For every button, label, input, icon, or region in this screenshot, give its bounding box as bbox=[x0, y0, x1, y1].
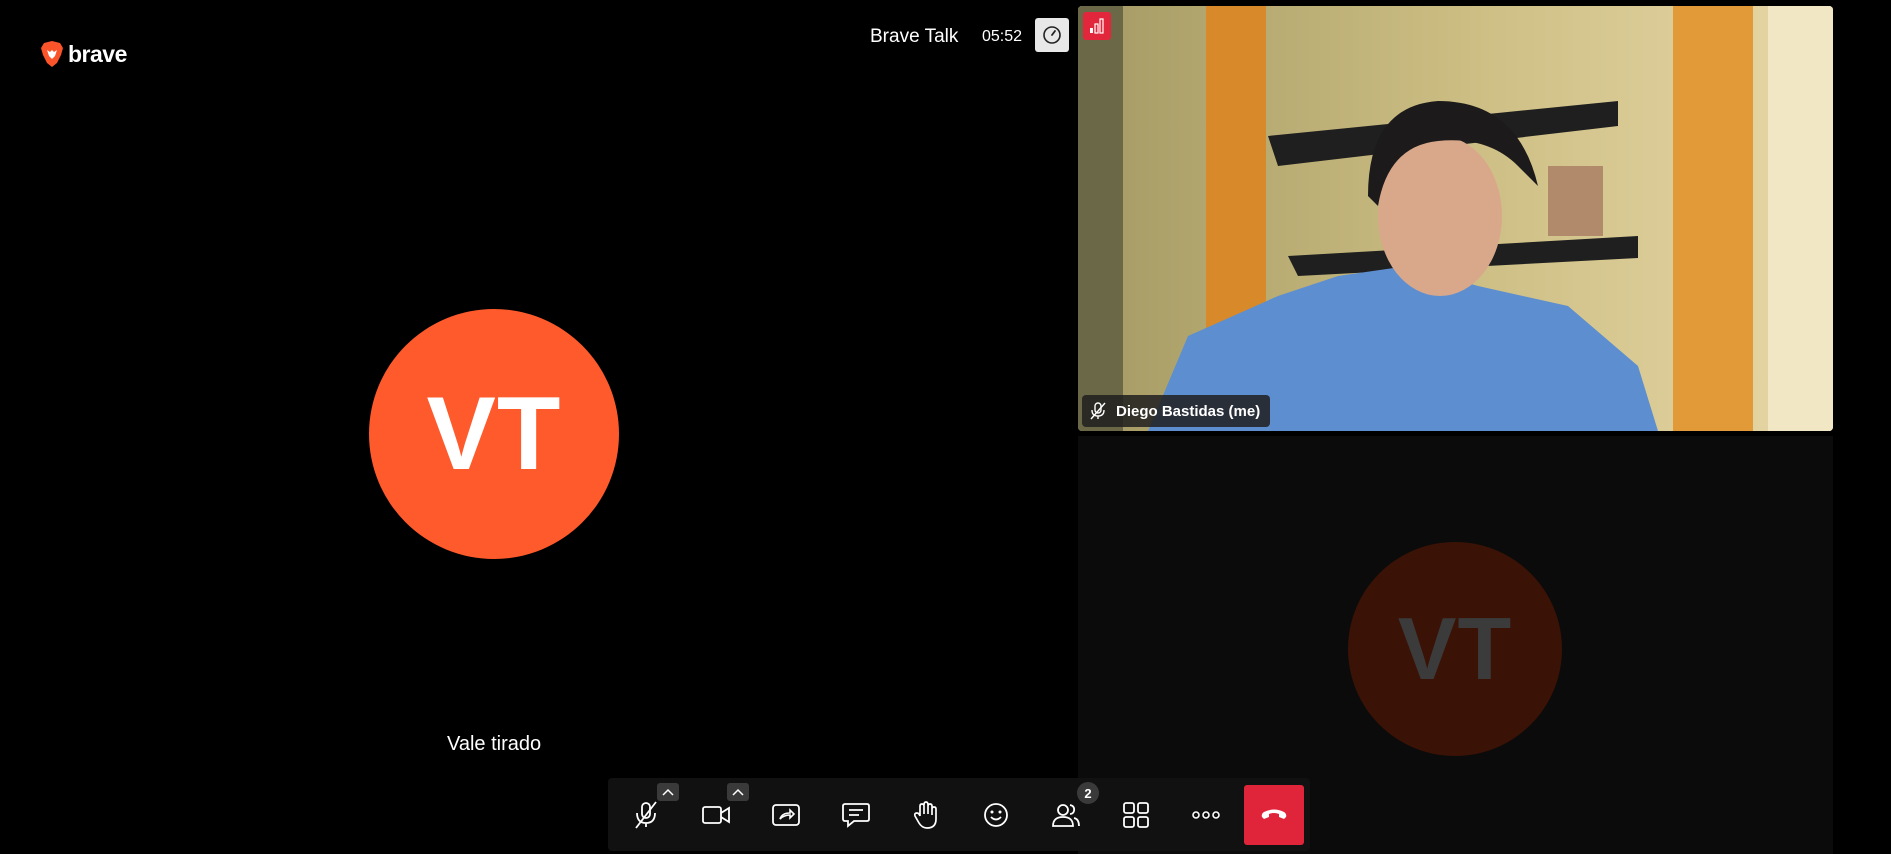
main-participant-initials: VT bbox=[426, 375, 562, 492]
participant-tile-initials: VT bbox=[1397, 599, 1513, 698]
raise-hand-icon bbox=[913, 801, 937, 829]
main-participant-avatar: VT bbox=[369, 309, 619, 559]
mic-options-caret[interactable] bbox=[657, 783, 679, 801]
hangup-icon bbox=[1261, 809, 1287, 819]
signal-bars-icon bbox=[1090, 18, 1104, 34]
emoji-icon bbox=[984, 803, 1008, 827]
share-screen-icon bbox=[772, 804, 800, 826]
performance-settings-button[interactable] bbox=[1035, 18, 1069, 52]
call-toolbar: 2 bbox=[608, 778, 1310, 851]
chat-icon bbox=[842, 803, 870, 828]
more-options-button[interactable] bbox=[1183, 792, 1229, 838]
reactions-button[interactable] bbox=[973, 792, 1019, 838]
self-name: Diego Bastidas (me) bbox=[1116, 402, 1261, 420]
self-video-tile[interactable] bbox=[1078, 6, 1833, 431]
camera-options-caret[interactable] bbox=[727, 783, 749, 801]
main-participant-name: Vale tirado bbox=[447, 733, 542, 755]
chevron-up-icon bbox=[732, 788, 744, 796]
self-video-feed bbox=[1078, 6, 1833, 431]
chat-button[interactable] bbox=[833, 792, 879, 838]
connection-indicator[interactable] bbox=[1083, 12, 1111, 40]
room-title: Brave Talk bbox=[870, 26, 959, 47]
mic-muted-icon bbox=[635, 801, 657, 829]
share-screen-button[interactable] bbox=[763, 792, 809, 838]
participants-count-badge: 2 bbox=[1077, 782, 1099, 804]
raise-hand-button[interactable] bbox=[903, 792, 949, 838]
mic-muted-icon bbox=[1090, 402, 1106, 420]
participant-tile-avatar: VT bbox=[1348, 542, 1562, 756]
tile-view-button[interactable] bbox=[1113, 792, 1159, 838]
hangup-button[interactable] bbox=[1244, 785, 1304, 845]
participants-icon bbox=[1052, 804, 1080, 827]
camera-icon bbox=[702, 806, 730, 824]
tile-view-icon bbox=[1123, 802, 1149, 828]
more-icon bbox=[1192, 811, 1220, 819]
chevron-up-icon bbox=[662, 788, 674, 796]
self-name-label: Diego Bastidas (me) bbox=[1082, 395, 1271, 427]
call-timer: 05:52 bbox=[982, 28, 1023, 45]
speedometer-icon bbox=[1043, 26, 1061, 44]
